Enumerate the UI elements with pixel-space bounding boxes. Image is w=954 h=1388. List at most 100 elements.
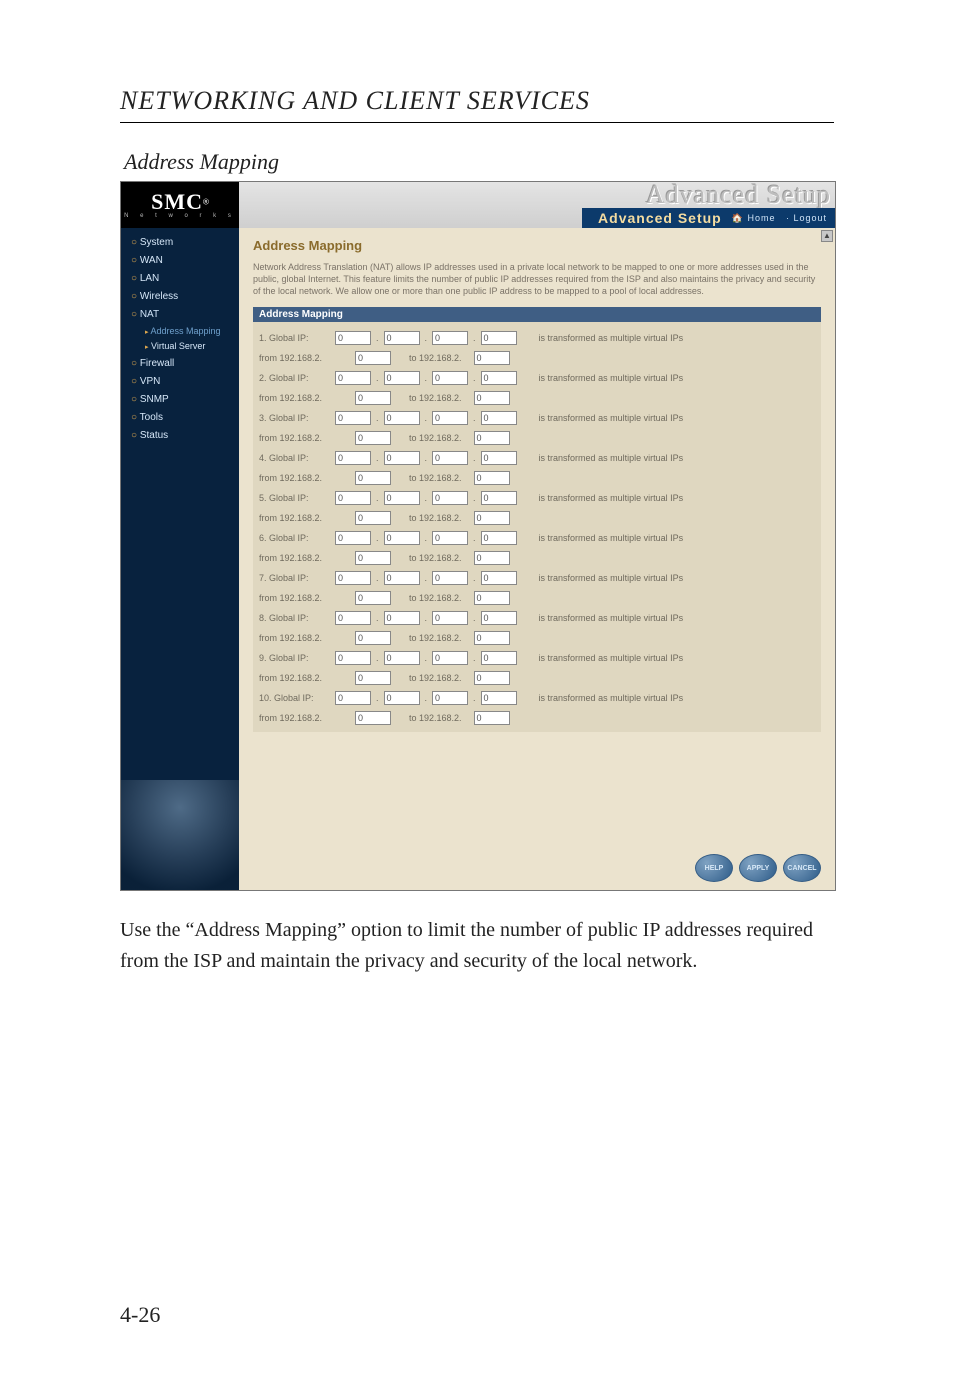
- global-ip-row: 6. Global IP:0.0.0.0is transformed as mu…: [259, 528, 815, 548]
- sidebar-item-snmp[interactable]: ○ SNMP: [121, 391, 239, 409]
- range-to-input[interactable]: 0: [474, 511, 510, 525]
- global-ip-row: 7. Global IP:0.0.0.0is transformed as mu…: [259, 568, 815, 588]
- range-row: from 192.168.2.0to 192.168.2.0: [259, 588, 815, 608]
- sidebar-item-tools[interactable]: ○ Tools: [121, 409, 239, 427]
- content-intro: Network Address Translation (NAT) allows…: [253, 261, 821, 297]
- range-to-input[interactable]: 0: [474, 351, 510, 365]
- logo-cell: SMC® N e t w o r k s: [121, 182, 239, 228]
- ip-octet-input[interactable]: 0: [432, 651, 468, 665]
- ip-octet-input[interactable]: 0: [335, 531, 371, 545]
- ip-octet-input[interactable]: 0: [335, 571, 371, 585]
- ip-octet-input[interactable]: 0: [335, 411, 371, 425]
- ip-octet-input[interactable]: 0: [335, 611, 371, 625]
- logo-text: SMC: [151, 189, 203, 214]
- page-subheading: Address Mapping: [124, 149, 834, 175]
- ip-octet-input[interactable]: 0: [481, 411, 517, 425]
- ip-octet-input[interactable]: 0: [432, 371, 468, 385]
- range-from-input[interactable]: 0: [355, 391, 391, 405]
- ip-octet-input[interactable]: 0: [481, 491, 517, 505]
- range-to-input[interactable]: 0: [474, 671, 510, 685]
- ip-octet-input[interactable]: 0: [384, 571, 420, 585]
- logout-link[interactable]: · Logout: [786, 213, 827, 223]
- apply-button[interactable]: APPLY: [739, 854, 777, 882]
- range-row: from 192.168.2.0to 192.168.2.0: [259, 428, 815, 448]
- ip-octet-input[interactable]: 0: [432, 611, 468, 625]
- ip-octet-input[interactable]: 0: [384, 651, 420, 665]
- ip-octet-input[interactable]: 0: [384, 331, 420, 345]
- global-ip-row: 3. Global IP:0.0.0.0is transformed as mu…: [259, 408, 815, 428]
- ip-octet-input[interactable]: 0: [432, 451, 468, 465]
- sidebar-item-nat[interactable]: ○ NAT: [121, 306, 239, 324]
- global-ip-row: 2. Global IP:0.0.0.0is transformed as mu…: [259, 368, 815, 388]
- range-to-input[interactable]: 0: [474, 631, 510, 645]
- range-to-input[interactable]: 0: [474, 431, 510, 445]
- help-button[interactable]: HELP: [695, 854, 733, 882]
- ip-octet-input[interactable]: 0: [481, 531, 517, 545]
- ip-octet-input[interactable]: 0: [384, 611, 420, 625]
- ip-octet-input[interactable]: 0: [432, 571, 468, 585]
- home-link[interactable]: 🏠 Home: [732, 213, 776, 223]
- ip-octet-input[interactable]: 0: [481, 571, 517, 585]
- ip-octet-input[interactable]: 0: [335, 371, 371, 385]
- range-from-input[interactable]: 0: [355, 671, 391, 685]
- cancel-button[interactable]: CANCEL: [783, 854, 821, 882]
- global-ip-row: 10. Global IP:0.0.0.0is transformed as m…: [259, 688, 815, 708]
- ip-octet-input[interactable]: 0: [432, 691, 468, 705]
- table-header: Address Mapping: [253, 307, 821, 322]
- ip-octet-input[interactable]: 0: [481, 331, 517, 345]
- range-to-input[interactable]: 0: [474, 711, 510, 725]
- sidebar-item-virtual-server[interactable]: ▸ Virtual Server: [121, 339, 239, 354]
- ip-octet-input[interactable]: 0: [432, 531, 468, 545]
- sidebar-item-status[interactable]: ○ Status: [121, 427, 239, 445]
- range-from-input[interactable]: 0: [355, 471, 391, 485]
- sidebar-item-wan[interactable]: ○ WAN: [121, 252, 239, 270]
- range-row: from 192.168.2.0to 192.168.2.0: [259, 468, 815, 488]
- range-from-input[interactable]: 0: [355, 431, 391, 445]
- ip-octet-input[interactable]: 0: [335, 451, 371, 465]
- sidebar-item-system[interactable]: ○ System: [121, 234, 239, 252]
- ip-octet-input[interactable]: 0: [432, 411, 468, 425]
- ip-octet-input[interactable]: 0: [432, 331, 468, 345]
- range-to-input[interactable]: 0: [474, 551, 510, 565]
- range-to-input[interactable]: 0: [474, 591, 510, 605]
- global-ip-row: 8. Global IP:0.0.0.0is transformed as mu…: [259, 608, 815, 628]
- sidebar-item-firewall[interactable]: ○ Firewall: [121, 355, 239, 373]
- range-from-input[interactable]: 0: [355, 511, 391, 525]
- table-body: 1. Global IP:0.0.0.0is transformed as mu…: [253, 322, 821, 732]
- range-from-input[interactable]: 0: [355, 551, 391, 565]
- global-ip-row: 5. Global IP:0.0.0.0is transformed as mu…: [259, 488, 815, 508]
- ip-octet-input[interactable]: 0: [335, 651, 371, 665]
- ip-octet-input[interactable]: 0: [481, 651, 517, 665]
- range-from-input[interactable]: 0: [355, 711, 391, 725]
- range-from-input[interactable]: 0: [355, 351, 391, 365]
- global-ip-row: 9. Global IP:0.0.0.0is transformed as mu…: [259, 648, 815, 668]
- range-row: from 192.168.2.0to 192.168.2.0: [259, 348, 815, 368]
- ip-octet-input[interactable]: 0: [335, 491, 371, 505]
- ip-octet-input[interactable]: 0: [384, 691, 420, 705]
- range-to-input[interactable]: 0: [474, 391, 510, 405]
- ip-octet-input[interactable]: 0: [384, 491, 420, 505]
- banner-title: Advanced Setup: [598, 210, 722, 226]
- ip-octet-input[interactable]: 0: [481, 371, 517, 385]
- ip-octet-input[interactable]: 0: [335, 331, 371, 345]
- ip-octet-input[interactable]: 0: [384, 451, 420, 465]
- ip-octet-input[interactable]: 0: [432, 491, 468, 505]
- ip-octet-input[interactable]: 0: [384, 411, 420, 425]
- range-from-input[interactable]: 0: [355, 631, 391, 645]
- heading-rule: [120, 122, 834, 123]
- ip-octet-input[interactable]: 0: [481, 451, 517, 465]
- sidebar-item-address-mapping[interactable]: ▸ Address Mapping: [121, 324, 239, 339]
- sidebar: ○ System○ WAN○ LAN○ Wireless○ NAT▸ Addre…: [121, 228, 239, 890]
- sidebar-item-wireless[interactable]: ○ Wireless: [121, 288, 239, 306]
- ip-octet-input[interactable]: 0: [384, 371, 420, 385]
- ip-octet-input[interactable]: 0: [335, 691, 371, 705]
- sidebar-item-lan[interactable]: ○ LAN: [121, 270, 239, 288]
- scroll-up-icon[interactable]: ▲: [821, 230, 833, 242]
- ip-octet-input[interactable]: 0: [481, 611, 517, 625]
- ip-octet-input[interactable]: 0: [481, 691, 517, 705]
- range-to-input[interactable]: 0: [474, 471, 510, 485]
- range-from-input[interactable]: 0: [355, 591, 391, 605]
- sidebar-item-vpn[interactable]: ○ VPN: [121, 373, 239, 391]
- ip-octet-input[interactable]: 0: [384, 531, 420, 545]
- logo-reg: ®: [203, 198, 209, 207]
